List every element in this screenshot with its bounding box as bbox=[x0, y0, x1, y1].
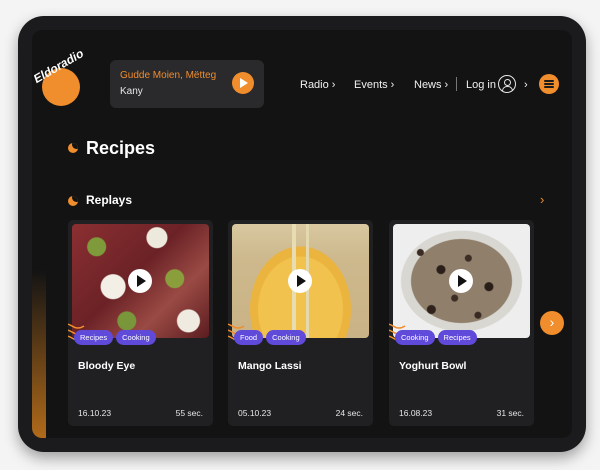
card-duration: 55 sec. bbox=[175, 408, 203, 418]
chevron-right-icon: › bbox=[524, 79, 528, 91]
card-duration: 24 sec. bbox=[335, 408, 363, 418]
decorative-strip bbox=[32, 270, 46, 438]
moon-icon bbox=[68, 196, 78, 206]
login-chevron[interactable]: › bbox=[521, 79, 528, 91]
play-icon[interactable] bbox=[128, 269, 152, 293]
nav-events[interactable]: Events › bbox=[354, 79, 394, 91]
nav-news[interactable]: News › bbox=[414, 79, 448, 91]
card-title[interactable]: Bloody Eye bbox=[78, 360, 135, 372]
player-host: Kany bbox=[120, 86, 143, 97]
tag-badge[interactable]: Cooking bbox=[395, 330, 435, 345]
chevron-right-icon[interactable]: › bbox=[540, 192, 544, 207]
chevron-right-icon: › bbox=[331, 79, 336, 91]
play-icon[interactable] bbox=[449, 269, 473, 293]
menu-line bbox=[544, 80, 554, 82]
recipe-thumbnail[interactable] bbox=[72, 224, 209, 338]
play-icon[interactable] bbox=[232, 72, 254, 94]
app-screen: Eldoradio Gudde Moien, Mëtteg Kany Radio… bbox=[32, 30, 572, 438]
nav-radio[interactable]: Radio › bbox=[300, 79, 335, 91]
moon-icon bbox=[68, 143, 78, 153]
nav-radio-label: Radio bbox=[300, 79, 329, 91]
login-label: Log in bbox=[466, 79, 496, 91]
menu-line bbox=[544, 86, 554, 88]
tag-badge[interactable]: Food bbox=[234, 330, 264, 345]
player-show-title: Gudde Moien, Mëtteg bbox=[120, 70, 217, 81]
replay-card[interactable]: Food Cooking Mango Lassi 05.10.23 24 sec… bbox=[228, 220, 373, 426]
login-link[interactable]: Log in bbox=[466, 79, 496, 91]
section-title: Replays bbox=[86, 193, 133, 207]
hamburger-menu-button[interactable] bbox=[539, 74, 559, 94]
chevron-right-icon: › bbox=[444, 79, 449, 91]
nav-divider bbox=[456, 77, 457, 91]
card-date: 16.08.23 bbox=[399, 408, 433, 418]
nav-news-label: News bbox=[414, 79, 442, 91]
page-title: Recipes bbox=[86, 138, 156, 158]
recipe-thumbnail[interactable] bbox=[393, 224, 530, 338]
card-date: 16.10.23 bbox=[78, 408, 112, 418]
card-date: 05.10.23 bbox=[238, 408, 272, 418]
tablet-frame: Eldoradio Gudde Moien, Mëtteg Kany Radio… bbox=[18, 16, 586, 452]
recipe-thumbnail[interactable] bbox=[232, 224, 369, 338]
carousel-next-button[interactable]: › bbox=[540, 311, 564, 335]
tag-badge[interactable]: Recipes bbox=[437, 330, 477, 345]
live-player[interactable]: Gudde Moien, Mëtteg Kany bbox=[110, 60, 264, 108]
play-icon[interactable] bbox=[288, 269, 312, 293]
replay-card[interactable]: Recipes Cooking Bloody Eye 16.10.23 55 s… bbox=[68, 220, 213, 426]
tag-list: Cooking Recipes bbox=[395, 330, 477, 345]
card-title[interactable]: Mango Lassi bbox=[238, 360, 302, 372]
chevron-right-icon: › bbox=[390, 79, 395, 91]
tag-badge[interactable]: Cooking bbox=[266, 330, 306, 345]
tag-list: Recipes Cooking bbox=[74, 330, 156, 345]
nav-events-label: Events bbox=[354, 79, 388, 91]
user-icon[interactable] bbox=[498, 75, 516, 93]
replay-card[interactable]: Cooking Recipes Yoghurt Bowl 16.08.23 31… bbox=[389, 220, 534, 426]
menu-line bbox=[544, 83, 554, 85]
card-title[interactable]: Yoghurt Bowl bbox=[399, 360, 466, 372]
tag-badge[interactable]: Recipes bbox=[74, 330, 114, 345]
card-duration: 31 sec. bbox=[496, 408, 524, 418]
tag-badge[interactable]: Cooking bbox=[116, 330, 156, 345]
tag-list: Food Cooking bbox=[234, 330, 306, 345]
